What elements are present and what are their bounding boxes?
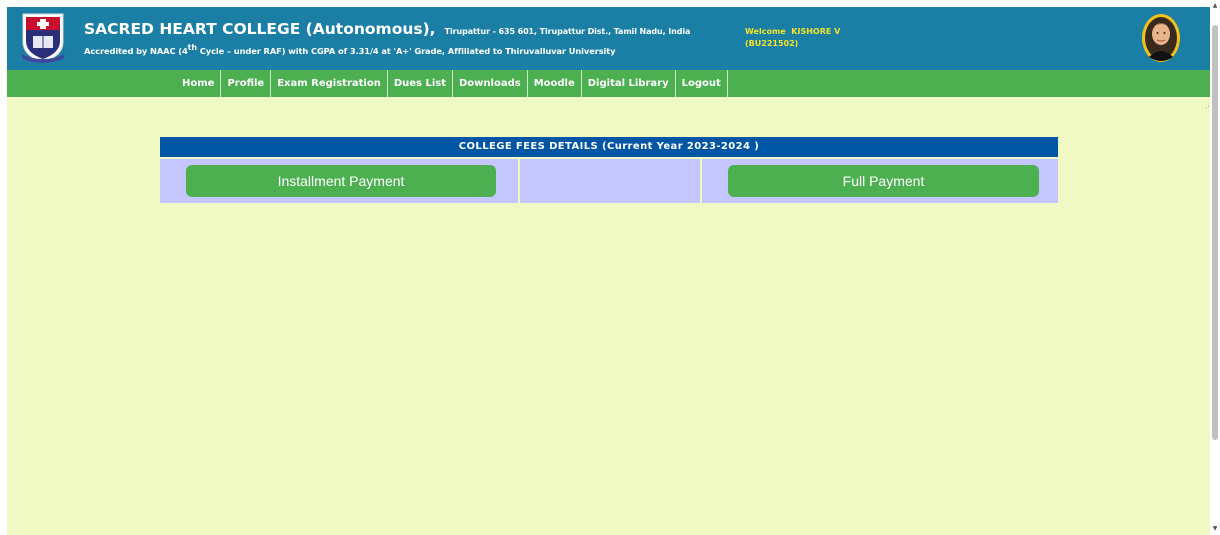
accreditation-suffix: Cycle – under RAF) with CGPA of 3.31/4 a… <box>196 45 616 56</box>
welcome-box: Welcome KISHORE V (BU221502) <box>745 26 840 50</box>
empty-cell <box>520 159 700 203</box>
user-id: (BU221502) <box>745 39 799 48</box>
nav-menu: Home Profile Exam Registration Dues List… <box>178 70 728 97</box>
nav-moodle[interactable]: Moodle <box>528 70 582 97</box>
accreditation-prefix: Accredited by NAAC (4 <box>84 45 188 56</box>
scrollbar-thumb[interactable] <box>1212 25 1218 440</box>
nav-digital-library[interactable]: Digital Library <box>582 70 676 97</box>
fees-options-row: Installment Payment Full Payment <box>160 159 1058 203</box>
nav-logout[interactable]: Logout <box>676 70 728 97</box>
installment-payment-button[interactable]: Installment Payment <box>186 165 496 197</box>
installment-cell: Installment Payment <box>160 159 518 203</box>
full-payment-button[interactable]: Full Payment <box>728 165 1039 197</box>
accreditation-sup: th <box>187 43 197 52</box>
nav-profile[interactable]: Profile <box>221 70 272 97</box>
site-header: SACRED HEART COLLEGE (Autonomous), Tirup… <box>7 7 1210 70</box>
college-crest-icon <box>21 13 65 63</box>
main-navbar: Home Profile Exam Registration Dues List… <box>7 70 1210 97</box>
scroll-up-icon[interactable]: ▲ <box>1210 2 1220 10</box>
profile-portrait-icon <box>1142 14 1180 62</box>
college-name: SACRED HEART COLLEGE (Autonomous), <box>84 20 436 38</box>
college-address: Tirupattur - 635 601, Tirupattur Dist., … <box>444 27 691 36</box>
college-title: SACRED HEART COLLEGE (Autonomous), Tirup… <box>84 19 690 38</box>
page-body: SACRED HEART COLLEGE (Autonomous), Tirup… <box>7 7 1210 535</box>
vertical-scrollbar[interactable]: ▲ ▼ <box>1210 0 1220 535</box>
nav-exam-registration[interactable]: Exam Registration <box>271 70 388 97</box>
fees-panel: COLLEGE FEES DETAILS (Current Year 2023-… <box>160 137 1058 203</box>
welcome-text: Welcome KISHORE V <box>745 27 841 36</box>
nav-dues-list[interactable]: Dues List <box>388 70 453 97</box>
scroll-down-icon[interactable]: ▼ <box>1210 525 1220 533</box>
fees-heading: COLLEGE FEES DETAILS (Current Year 2023-… <box>160 137 1058 157</box>
nav-downloads[interactable]: Downloads <box>453 70 528 97</box>
nav-home[interactable]: Home <box>178 70 222 97</box>
full-payment-cell: Full Payment <box>702 159 1058 203</box>
accreditation-text: Accredited by NAAC (4th Cycle – under RA… <box>84 43 616 56</box>
